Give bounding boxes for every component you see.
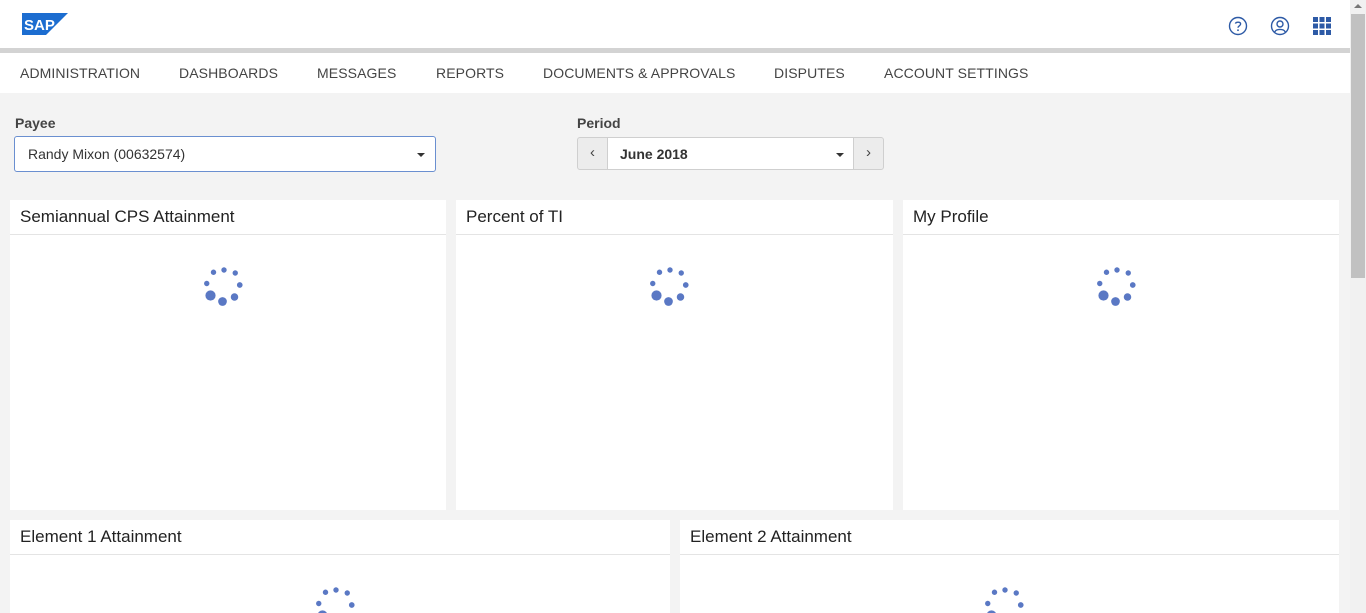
spinner-dot (1002, 587, 1008, 593)
nav-item-documents-approvals[interactable]: DOCUMENTS & APPROVALS (543, 65, 735, 81)
nav-item-dashboards[interactable]: DASHBOARDS (179, 65, 278, 81)
spinner-dot (667, 267, 673, 273)
card-title: Element 1 Attainment (20, 527, 182, 546)
chevron-down-icon (836, 153, 844, 157)
chevron-right-icon: › (866, 144, 871, 161)
period-dropdown[interactable]: June 2018 (607, 137, 854, 170)
nav-item-administration[interactable]: ADMINISTRATION (20, 65, 140, 81)
spinner-dot (348, 602, 355, 608)
spinner-dot (1013, 590, 1019, 596)
period-selector: ‹ June 2018 › (577, 137, 884, 170)
loading-spinner-icon (204, 267, 243, 306)
help-icon[interactable] (1228, 16, 1248, 36)
sap-logo[interactable]: SAP (22, 13, 68, 35)
spinner-dot (1111, 297, 1120, 306)
card-divider (903, 234, 1339, 235)
spinner-dot (1017, 602, 1024, 608)
spinner-dot (1125, 270, 1131, 276)
card-divider (10, 554, 670, 555)
payee-label: Payee (15, 115, 56, 131)
card-title: Percent of TI (466, 207, 564, 226)
card-divider (680, 554, 1339, 555)
scrollbar-thumb[interactable] (1351, 14, 1365, 278)
card-percent-of-ti: Percent of TI (456, 200, 893, 510)
spinner-dot (1097, 280, 1103, 287)
spinner-dot (204, 280, 210, 287)
svg-text:SAP: SAP (24, 17, 55, 34)
nav-item-account-settings[interactable]: ACCOUNT SETTINGS (884, 65, 1028, 81)
spinner-dot (344, 590, 350, 596)
spinner-dot (236, 282, 243, 288)
nav-item-reports[interactable]: REPORTS (436, 65, 504, 81)
spinner-dot (1103, 269, 1110, 275)
payee-dropdown[interactable]: Randy Mixon (00632574) (14, 136, 436, 172)
spinner-dot (1098, 290, 1109, 301)
spinner-dot (682, 282, 689, 288)
card-divider (456, 234, 893, 235)
spinner-dot (205, 290, 216, 301)
spinner-dot (221, 267, 227, 273)
next-period-button[interactable]: › (853, 137, 884, 170)
spinner-dot (322, 589, 329, 595)
spinner-dot (650, 280, 656, 287)
nav-item-disputes[interactable]: DISPUTES (774, 65, 845, 81)
spinner-dot (1114, 267, 1120, 273)
card-title: Semiannual CPS Attainment (20, 207, 235, 226)
card-element-2-attainment: Element 2 Attainment (680, 520, 1339, 613)
spinner-dot (333, 587, 339, 593)
chevron-left-icon: ‹ (590, 144, 595, 161)
loading-spinner-icon (650, 267, 689, 306)
period-label: Period (577, 115, 621, 131)
user-icon[interactable] (1270, 16, 1290, 36)
spinner-dot (232, 270, 238, 276)
card-my-profile: My Profile (903, 200, 1339, 510)
card-semiannual-cps-attainment: Semiannual CPS Attainment (10, 200, 446, 510)
spinner-dot (316, 600, 322, 607)
period-value: June 2018 (620, 146, 688, 162)
spinner-dot (656, 269, 663, 275)
loading-spinner-icon (985, 587, 1024, 613)
nav-item-messages[interactable]: MESSAGES (317, 65, 396, 81)
card-element-1-attainment: Element 1 Attainment (10, 520, 670, 613)
card-title: Element 2 Attainment (690, 527, 852, 546)
spinner-dot (230, 293, 239, 301)
card-title: My Profile (913, 207, 989, 226)
previous-period-button[interactable]: ‹ (577, 137, 608, 170)
card-divider (10, 234, 446, 235)
top-bar: SAP (0, 0, 1350, 48)
loading-spinner-icon (316, 587, 355, 613)
spinner-dot (651, 290, 662, 301)
app-grid-icon[interactable] (1312, 16, 1332, 36)
spinner-dot (1129, 282, 1136, 288)
spinner-dot (991, 589, 998, 595)
spinner-dot (218, 297, 227, 306)
spinner-dot (1123, 293, 1132, 301)
spinner-dot (985, 600, 991, 607)
spinner-dot (676, 293, 685, 301)
scroll-up-icon[interactable] (1354, 4, 1362, 8)
spinner-dot (678, 270, 684, 276)
spinner-dot (664, 297, 673, 306)
spinner-dot (210, 269, 217, 275)
chevron-down-icon (417, 153, 425, 157)
main-nav: ADMINISTRATION DASHBOARDS MESSAGES REPOR… (0, 53, 1350, 93)
loading-spinner-icon (1097, 267, 1136, 306)
payee-value: Randy Mixon (00632574) (28, 146, 186, 162)
